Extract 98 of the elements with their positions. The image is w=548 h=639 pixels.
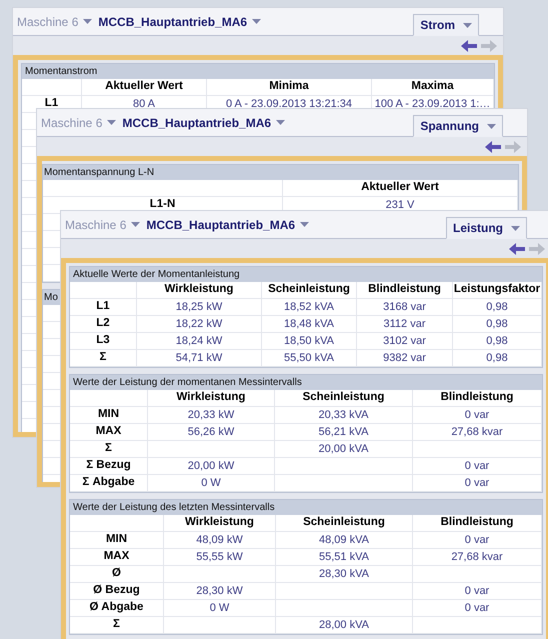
table-cell-text: 20,00 kW xyxy=(188,458,234,474)
breadcrumb-item[interactable]: MCCB_Hauptantrieb_MA6 xyxy=(98,12,248,30)
table-cell-text: 55,50 kVA xyxy=(284,350,334,366)
breadcrumb-item[interactable]: MCCB_Hauptantrieb_MA6 xyxy=(146,216,296,234)
table-cell-text: 27,68 kvar xyxy=(451,424,503,440)
panel-title: Momentanspannung L-N xyxy=(44,168,154,178)
view-tab[interactable]: Strom xyxy=(413,14,479,36)
panel-title: Mo xyxy=(44,292,58,302)
table-cell-text: 0 W xyxy=(201,476,221,491)
column-header: Scheinleistung xyxy=(302,390,384,406)
row-label: L1-N xyxy=(150,197,176,212)
column-header: Scheinleistung xyxy=(268,282,350,298)
breadcrumb-item[interactable]: MCCB_Hauptantrieb_MA6 xyxy=(122,114,272,132)
column-header: Blindleistung xyxy=(440,390,514,406)
table-cell-text: 48,09 kVA xyxy=(319,532,369,548)
table-cell-text: 18,24 kW xyxy=(176,334,222,349)
table-cell-text: 18,50 kVA xyxy=(284,334,334,349)
table-cell-text: 0 var xyxy=(464,532,490,548)
column-header: Maxima xyxy=(411,79,454,94)
table-cell-text: 0 var xyxy=(464,458,490,474)
table-cell-text: 100 A - 23.09.2013 1:… xyxy=(374,96,490,112)
table-cell-text: 0 var xyxy=(464,584,490,599)
panel-title: Momentanstrom xyxy=(25,66,98,76)
table-cell-text: 54,71 kW xyxy=(176,350,222,366)
caret-icon xyxy=(107,120,116,125)
table-cell-text: 18,25 kW xyxy=(176,300,222,315)
column-header: Blindleistung xyxy=(368,282,441,298)
view-tab[interactable]: Spannung xyxy=(413,115,503,137)
table-cell-text: 20,33 kW xyxy=(188,408,234,423)
caret-icon xyxy=(463,22,472,28)
table-cell-text: 28,30 kVA xyxy=(319,566,369,582)
row-label: Ø xyxy=(112,566,121,582)
column-header: Aktueller Wert xyxy=(361,180,439,196)
row-label: Ø Abgabe xyxy=(90,600,144,616)
row-label: MAX xyxy=(104,549,130,564)
table-cell-text: 0,98 xyxy=(486,300,508,315)
row-label: Σ xyxy=(100,350,106,366)
table-cell-text: 0,98 xyxy=(486,334,508,349)
row-label: MAX xyxy=(96,424,122,440)
caret-icon xyxy=(83,19,92,24)
column-header: Scheinleistung xyxy=(303,515,385,530)
table-cell-text: 0 A - 23.09.2013 13:21:34 xyxy=(226,96,352,112)
table-cell-text: 0,98 xyxy=(486,316,508,332)
table-cell-text: 3102 var xyxy=(383,334,426,349)
table-cell-text: 18,48 kVA xyxy=(284,316,334,332)
table-cell-text: 80 A xyxy=(132,96,156,112)
table-cell-text: 18,52 kVA xyxy=(284,300,334,315)
view-tab[interactable]: Leistung xyxy=(446,217,527,239)
table-cell-text: 3168 var xyxy=(383,300,426,315)
table-cell-text: 0 var xyxy=(464,476,490,491)
table-cell-text: 56,26 kW xyxy=(188,424,234,440)
column-header: Wirkleistung xyxy=(185,515,254,530)
caret-icon xyxy=(300,222,310,227)
row-label: L2 xyxy=(96,316,110,332)
row-label: L3 xyxy=(96,333,110,348)
table-cell-text: 20,00 kVA xyxy=(318,442,368,457)
row-label: Σ Bezug xyxy=(86,458,131,474)
caret-icon xyxy=(511,226,520,230)
column-header: Aktueller Wert xyxy=(105,79,183,94)
row-label: L1 xyxy=(44,96,58,112)
table-cell-text: 20,33 kVA xyxy=(318,408,368,423)
row-label: Σ xyxy=(105,441,112,456)
row-label: MIN xyxy=(98,407,120,422)
row-label: Σ Abgabe xyxy=(82,475,135,490)
column-header: Minima xyxy=(269,79,309,94)
table-cell-text: 18,22 kW xyxy=(176,316,222,332)
panel-title: Aktuelle Werte der Momentanleistung xyxy=(73,270,240,280)
table-cell-text: 3112 var xyxy=(384,316,426,332)
table-cell-text: 28,30 kW xyxy=(196,584,243,599)
back-arrow-icon[interactable] xyxy=(509,242,525,254)
table-cell-text: 55,55 kW xyxy=(196,550,243,565)
table-cell-text: 0,98 xyxy=(486,350,508,366)
table-cell-text: 28,00 kVA xyxy=(319,618,369,633)
column-header: Leistungsfaktor xyxy=(454,282,540,298)
row-label: MIN xyxy=(106,532,128,548)
row-label: Ø Bezug xyxy=(93,583,140,598)
column-header: Wirkleistung xyxy=(176,390,246,406)
caret-icon xyxy=(276,120,286,125)
panel-title: Werte der Leistung des letzten Messintervalls xyxy=(73,502,275,512)
table-cell-text: 55,51 kVA xyxy=(319,550,369,565)
caret-icon xyxy=(131,222,140,227)
table-cell-text: 9382 var xyxy=(383,350,426,366)
panel-title: Werte der Leistung der momentanen Messintervalls xyxy=(73,378,302,388)
table-cell-text: 0 var xyxy=(464,600,490,616)
table-cell-text: 27,68 kvar xyxy=(451,550,503,565)
row-label: Σ xyxy=(113,617,120,632)
table-cell-text: 0 var xyxy=(464,408,490,423)
column-header: Wirkleistung xyxy=(164,282,234,298)
table-cell-text: 56,21 kVA xyxy=(318,424,368,440)
table-cell-text: 0 W xyxy=(210,600,230,616)
column-header: Blindleistung xyxy=(440,515,514,530)
back-arrow-icon[interactable] xyxy=(485,140,501,152)
back-arrow-icon[interactable] xyxy=(461,40,477,52)
table-cell-text: 48,09 kW xyxy=(196,532,243,548)
table-cell-text: 231 V xyxy=(386,198,414,213)
caret-icon xyxy=(252,19,262,24)
row-label: L1 xyxy=(96,299,110,314)
caret-icon xyxy=(487,124,496,128)
